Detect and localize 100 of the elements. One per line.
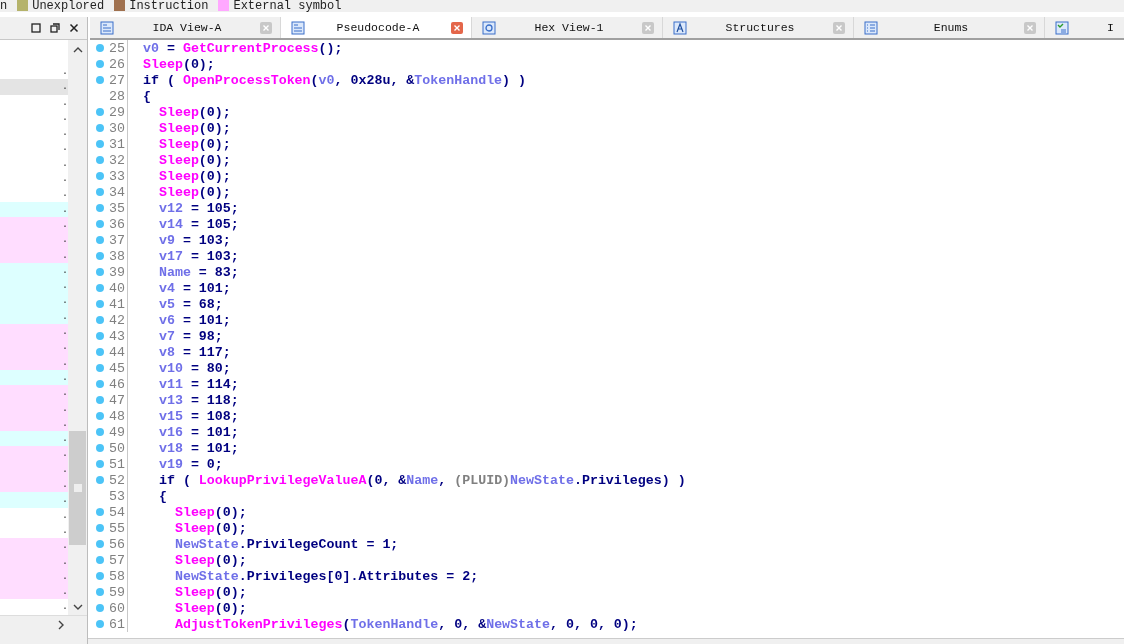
- line-number: 35: [109, 200, 125, 216]
- row-text: .: [62, 523, 68, 538]
- line-number: 42: [109, 312, 125, 328]
- line-number: 27: [109, 72, 125, 88]
- line-number: 49: [109, 424, 125, 440]
- scroll-right-icon[interactable]: [58, 619, 65, 630]
- line-number: 43: [109, 328, 125, 344]
- line-number: 26: [109, 56, 125, 72]
- row-text: .: [62, 263, 68, 278]
- hex-view-icon: [482, 20, 496, 35]
- listing-icon: [100, 20, 114, 35]
- list-row[interactable]: .: [0, 431, 68, 447]
- row-text: .: [62, 126, 68, 141]
- row-text: .: [62, 478, 68, 492]
- line-number: 34: [109, 184, 125, 200]
- tab[interactable]: Pseudocode-A: [281, 17, 472, 38]
- row-text: .: [62, 80, 68, 95]
- line-number: 41: [109, 296, 125, 312]
- code-line: {: [142, 88, 151, 104]
- line-number: 48: [109, 408, 125, 424]
- line-number: 30: [109, 120, 125, 136]
- row-text: .: [62, 539, 68, 554]
- code-line: v5 = 68;: [157, 296, 223, 312]
- code-line: v13 = 118;: [157, 392, 239, 408]
- code-line: v10 = 80;: [157, 360, 231, 376]
- scroll-up-icon[interactable]: [72, 46, 83, 53]
- row-text: .: [62, 432, 68, 447]
- line-number: 55: [109, 520, 125, 536]
- list-row[interactable]: .: [0, 492, 68, 508]
- line-number: 39: [109, 264, 125, 280]
- scroll-down-icon[interactable]: [72, 603, 83, 611]
- tab[interactable]: Enums: [854, 17, 1045, 38]
- line-number: 57: [109, 552, 125, 568]
- legend-label: External symbol: [233, 0, 342, 13]
- restore-icon[interactable]: [50, 23, 60, 33]
- list-row[interactable]: .: [0, 446, 68, 462]
- row-text: .: [62, 493, 68, 508]
- maximize-icon[interactable]: [31, 23, 41, 33]
- line-number: 29: [109, 104, 125, 120]
- code-line: v9 = 103;: [157, 232, 231, 248]
- tab[interactable]: IDA View-A: [90, 17, 281, 38]
- tab[interactable]: Hex View-1: [472, 17, 663, 38]
- row-text: .: [62, 416, 68, 431]
- code-line: Sleep(0);: [173, 552, 247, 568]
- list-row[interactable]: .: [0, 385, 68, 401]
- line-number: 33: [109, 168, 125, 184]
- tab[interactable]: Structures: [663, 17, 854, 38]
- line-number: 28: [109, 88, 125, 104]
- row-text: .: [62, 141, 68, 156]
- code-line: Sleep(0);: [157, 184, 231, 200]
- list-row[interactable]: .: [0, 278, 68, 294]
- list-row[interactable]: .: [0, 339, 68, 355]
- code-line: {: [157, 488, 167, 504]
- line-number: 44: [109, 344, 125, 360]
- code-line: Sleep(0);: [157, 136, 231, 152]
- list-row[interactable]: .: [0, 324, 68, 340]
- row-text: .: [62, 585, 68, 600]
- legend-label: Instruction: [129, 0, 209, 13]
- code-line: v19 = 0;: [157, 456, 223, 472]
- list-row[interactable]: .: [0, 79, 68, 95]
- row-text: .: [62, 187, 68, 202]
- scroll-thumb[interactable]: [69, 431, 86, 545]
- code-line: v4 = 101;: [157, 280, 231, 296]
- structure-icon: [673, 20, 687, 35]
- code-line: v16 = 101;: [157, 424, 239, 440]
- line-number: 47: [109, 392, 125, 408]
- line-number: 56: [109, 536, 125, 552]
- code-line: v12 = 105;: [157, 200, 239, 216]
- code-line: if ( LookupPrivilegeValueA(0, &Name, (PLUID)NewState.Privileges) ): [157, 472, 686, 488]
- tab[interactable]: I: [1045, 17, 1124, 38]
- legend-label: n: [0, 0, 8, 13]
- line-number: 31: [109, 136, 125, 152]
- close-icon[interactable]: [69, 23, 79, 33]
- row-text: .: [62, 233, 68, 248]
- list-row[interactable]: .: [0, 232, 68, 248]
- line-number: 45: [109, 360, 125, 376]
- legend-label: Unexplored: [32, 0, 105, 13]
- code-line: NewState.PrivilegeCount = 1;: [173, 536, 399, 552]
- code-line: v6 = 101;: [157, 312, 231, 328]
- close-tab-icon[interactable]: [451, 21, 463, 34]
- code-line: v14 = 105;: [157, 216, 239, 232]
- row-text: .: [62, 95, 68, 110]
- list-row[interactable]: .: [0, 584, 68, 600]
- list-row[interactable]: .: [0, 538, 68, 554]
- list-row[interactable]: .: [0, 477, 68, 493]
- line-number: 51: [109, 456, 125, 472]
- code-line: Name = 83;: [157, 264, 239, 280]
- code-line: v18 = 101;: [157, 440, 239, 456]
- row-text: .: [62, 386, 68, 401]
- line-number: 53: [109, 488, 125, 504]
- line-number: 60: [109, 600, 125, 616]
- code-line: v0 = GetCurrentProcess();: [142, 40, 343, 56]
- line-number: 46: [109, 376, 125, 392]
- row-text: .: [62, 217, 68, 232]
- list-row[interactable]: .: [0, 293, 68, 309]
- row-text: .: [62, 309, 68, 324]
- row-text: .: [62, 325, 68, 340]
- code-line: Sleep(0);: [157, 104, 231, 120]
- listing-icon: [291, 20, 305, 35]
- row-text: .: [62, 65, 68, 79]
